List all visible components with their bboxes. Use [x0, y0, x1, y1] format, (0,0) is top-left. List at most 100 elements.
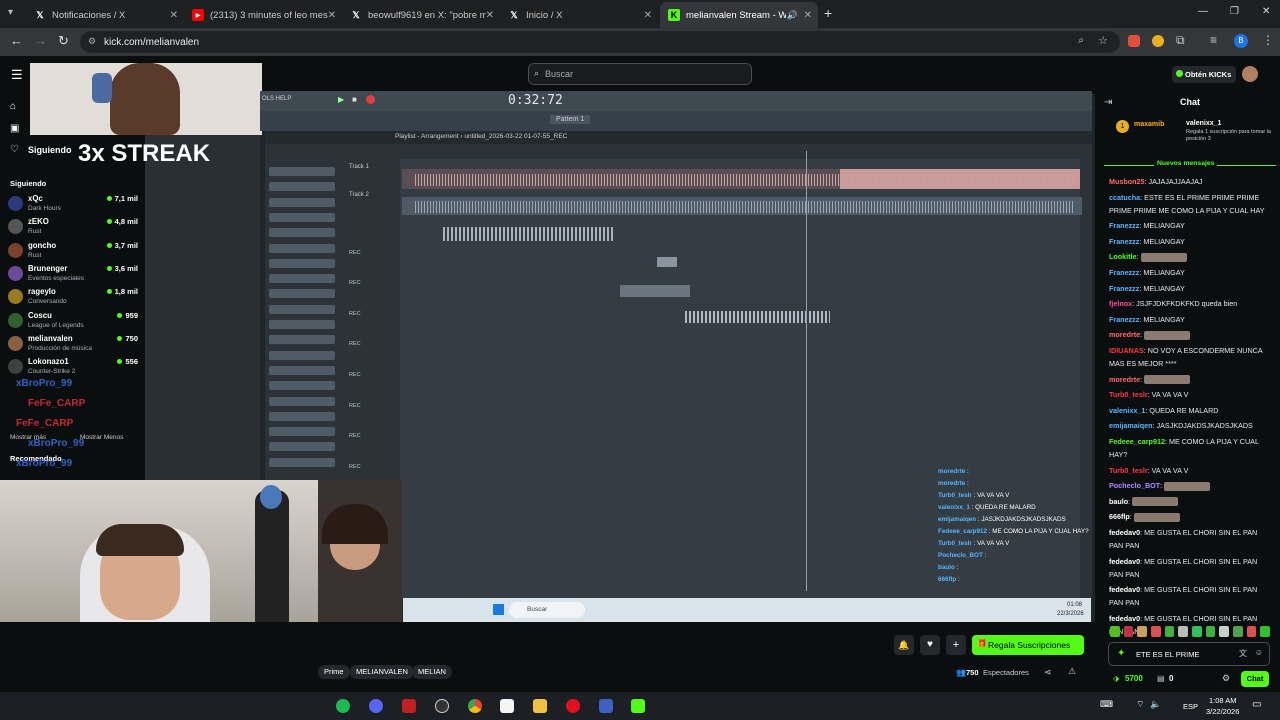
forward-icon[interactable]: →	[34, 33, 47, 48]
bell-icon[interactable]: 🔔	[894, 635, 914, 655]
emote-icon[interactable]	[1192, 626, 1202, 637]
chat-username[interactable]: emijamaiqen	[1109, 421, 1153, 430]
emote-icon[interactable]	[1110, 626, 1120, 637]
sidebar-item-siguiendo[interactable]: Siguiendo	[28, 145, 72, 155]
chat-username[interactable]: Franezzz	[1109, 315, 1139, 324]
tab-notificaciones[interactable]: 𝕏 Notificaciones / X ✕	[26, 2, 184, 28]
hamburger-icon[interactable]: ☰	[11, 67, 23, 83]
emote-icon[interactable]	[1123, 626, 1134, 637]
minimize-button[interactable]: —	[1198, 6, 1208, 17]
restore-button[interactable]: ❐	[1230, 6, 1239, 17]
chat-username[interactable]: fjelnox	[1109, 299, 1132, 308]
obs-icon[interactable]	[435, 699, 449, 713]
opera-icon[interactable]	[566, 699, 580, 713]
url-field[interactable]: ⚙ kick.com/melianvalen ⌕ ☆	[80, 31, 1120, 53]
app-icon[interactable]	[599, 699, 613, 713]
send-chat-button[interactable]: Chat	[1241, 671, 1269, 687]
chat-username[interactable]: ccatucha	[1109, 193, 1140, 202]
home-icon[interactable]: ⌂	[10, 101, 16, 112]
share-icon[interactable]: ⋖	[1044, 667, 1052, 678]
emote-icon[interactable]	[1219, 626, 1230, 637]
close-icon[interactable]: ✕	[328, 10, 336, 21]
app-icon[interactable]	[500, 699, 514, 713]
site-info-icon[interactable]: ⚙	[88, 36, 96, 47]
tab-inicio[interactable]: 𝕏 Inicio / X ✕	[500, 2, 658, 28]
puzzle-icon[interactable]: ⧉	[1176, 33, 1185, 48]
report-icon[interactable]: ⚠	[1068, 666, 1076, 677]
user-avatar[interactable]	[1242, 66, 1258, 82]
sidebar-channel[interactable]: goncho Rust 3,7 mil	[8, 241, 138, 264]
close-window-button[interactable]: ✕	[1262, 6, 1270, 17]
sidebar-channel[interactable]: xQc Dark Hours 7,1 mil	[8, 194, 138, 217]
tab-search-icon[interactable]: ▾	[8, 7, 13, 18]
menu-icon[interactable]: ⋮	[1262, 33, 1274, 47]
sidebar-channel[interactable]: rageylo Conversando 1,8 mil	[8, 287, 138, 310]
emoji-icon[interactable]: ☺	[1255, 648, 1263, 657]
chat-settings-icon[interactable]: ⚙	[1222, 673, 1230, 684]
app-icon[interactable]	[402, 699, 416, 713]
chat-username[interactable]: 666flp	[1109, 512, 1130, 521]
translate-icon[interactable]: 文	[1239, 648, 1247, 659]
bookmark-star-icon[interactable]: ☆	[1098, 34, 1108, 47]
emote-icon[interactable]	[1246, 626, 1257, 637]
chat-username[interactable]: Pocheclo_BOT	[1109, 481, 1160, 490]
obtain-kicks-button[interactable]: Obtén KICKs	[1172, 66, 1236, 83]
close-icon[interactable]: ✕	[644, 10, 652, 21]
gift-subscriptions-button[interactable]: 🎁 Regala Suscripciones	[972, 635, 1084, 655]
discord-icon[interactable]	[369, 699, 383, 713]
sidebar-channel[interactable]: Brunenger Eventos especiales 3,6 mil	[8, 264, 138, 287]
chat-username[interactable]: Turb0_teslr	[1109, 390, 1148, 399]
emote-icon[interactable]	[1178, 626, 1189, 637]
chat-username[interactable]: fededav0	[1109, 557, 1140, 566]
stream-tag[interactable]: MELIANVALEN	[350, 665, 414, 679]
profile-avatar[interactable]: B	[1234, 34, 1248, 48]
chat-username[interactable]: Musbon25	[1109, 177, 1145, 186]
emote-icon[interactable]	[1233, 626, 1243, 637]
emote-icon[interactable]	[1137, 626, 1148, 637]
chat-username[interactable]: Lookitle	[1109, 252, 1137, 261]
sidebar-channel[interactable]: zEKO Rust 4,8 mil	[8, 217, 138, 240]
chat-username[interactable]: Franezzz	[1109, 284, 1139, 293]
kick-app-icon[interactable]	[631, 699, 645, 713]
chat-username[interactable]: valenixx_1	[1109, 406, 1145, 415]
sidebar-channel[interactable]: Coscu League of Legends 959	[8, 311, 138, 334]
chat-username[interactable]: baulo	[1109, 497, 1128, 506]
stream-tag[interactable]: MELIAN	[412, 665, 452, 679]
extension-icon[interactable]	[1152, 35, 1164, 47]
chat-username[interactable]: Franezzz	[1109, 237, 1139, 246]
back-icon[interactable]: ←	[10, 33, 23, 48]
emote-icon[interactable]	[1260, 626, 1271, 637]
plus-icon[interactable]: +	[946, 635, 966, 655]
stream-tag[interactable]: Prime	[318, 665, 350, 679]
collapse-chat-icon[interactable]: ⇥	[1104, 97, 1112, 108]
chat-username[interactable]: fededav0	[1109, 528, 1140, 537]
chat-username[interactable]: IDIUANAS	[1109, 346, 1144, 355]
chat-username[interactable]: fededav0	[1109, 585, 1140, 594]
keyboard-icon[interactable]: ⌨	[1100, 699, 1113, 710]
new-tab-button[interactable]: +	[824, 5, 832, 21]
extension-icon[interactable]	[1128, 35, 1140, 47]
chat-username[interactable]: moredrte	[1109, 375, 1140, 384]
reload-icon[interactable]: ↻	[58, 33, 69, 49]
speaker-icon[interactable]: 🔊	[787, 10, 798, 21]
chat-username[interactable]: Turb0_teslr	[1109, 466, 1148, 475]
close-icon[interactable]: ✕	[486, 10, 494, 21]
search-input[interactable]: ⌕ Buscar	[528, 63, 752, 85]
emote-icon[interactable]	[1164, 626, 1175, 637]
browse-icon[interactable]: ▣	[10, 123, 19, 134]
explorer-icon[interactable]	[533, 699, 547, 713]
close-icon[interactable]: ✕	[804, 10, 812, 21]
heart-follow-icon[interactable]: ♥	[920, 635, 940, 655]
spotify-icon[interactable]	[336, 699, 350, 713]
media-control-icon[interactable]: ≡	[1210, 33, 1217, 47]
emote-icon[interactable]	[1151, 626, 1161, 637]
chat-username[interactable]: Fedeee_carp912	[1109, 437, 1165, 446]
sidebar-channel[interactable]: Lokonazo1 Counter-Strike 2 556	[8, 357, 138, 380]
notifications-icon[interactable]: ▭	[1252, 699, 1261, 710]
close-icon[interactable]: ✕	[170, 10, 178, 21]
zoom-icon[interactable]: ⌕	[1078, 35, 1084, 46]
tab-beowulf[interactable]: 𝕏 beowulf9619 en X: "pobre marg ✕	[342, 2, 500, 28]
chrome-icon[interactable]	[468, 699, 482, 713]
tab-youtube[interactable]: ▶ (2313) 3 minutes of leo messi a ✕	[184, 2, 342, 28]
heart-icon[interactable]: ♡	[10, 144, 19, 155]
